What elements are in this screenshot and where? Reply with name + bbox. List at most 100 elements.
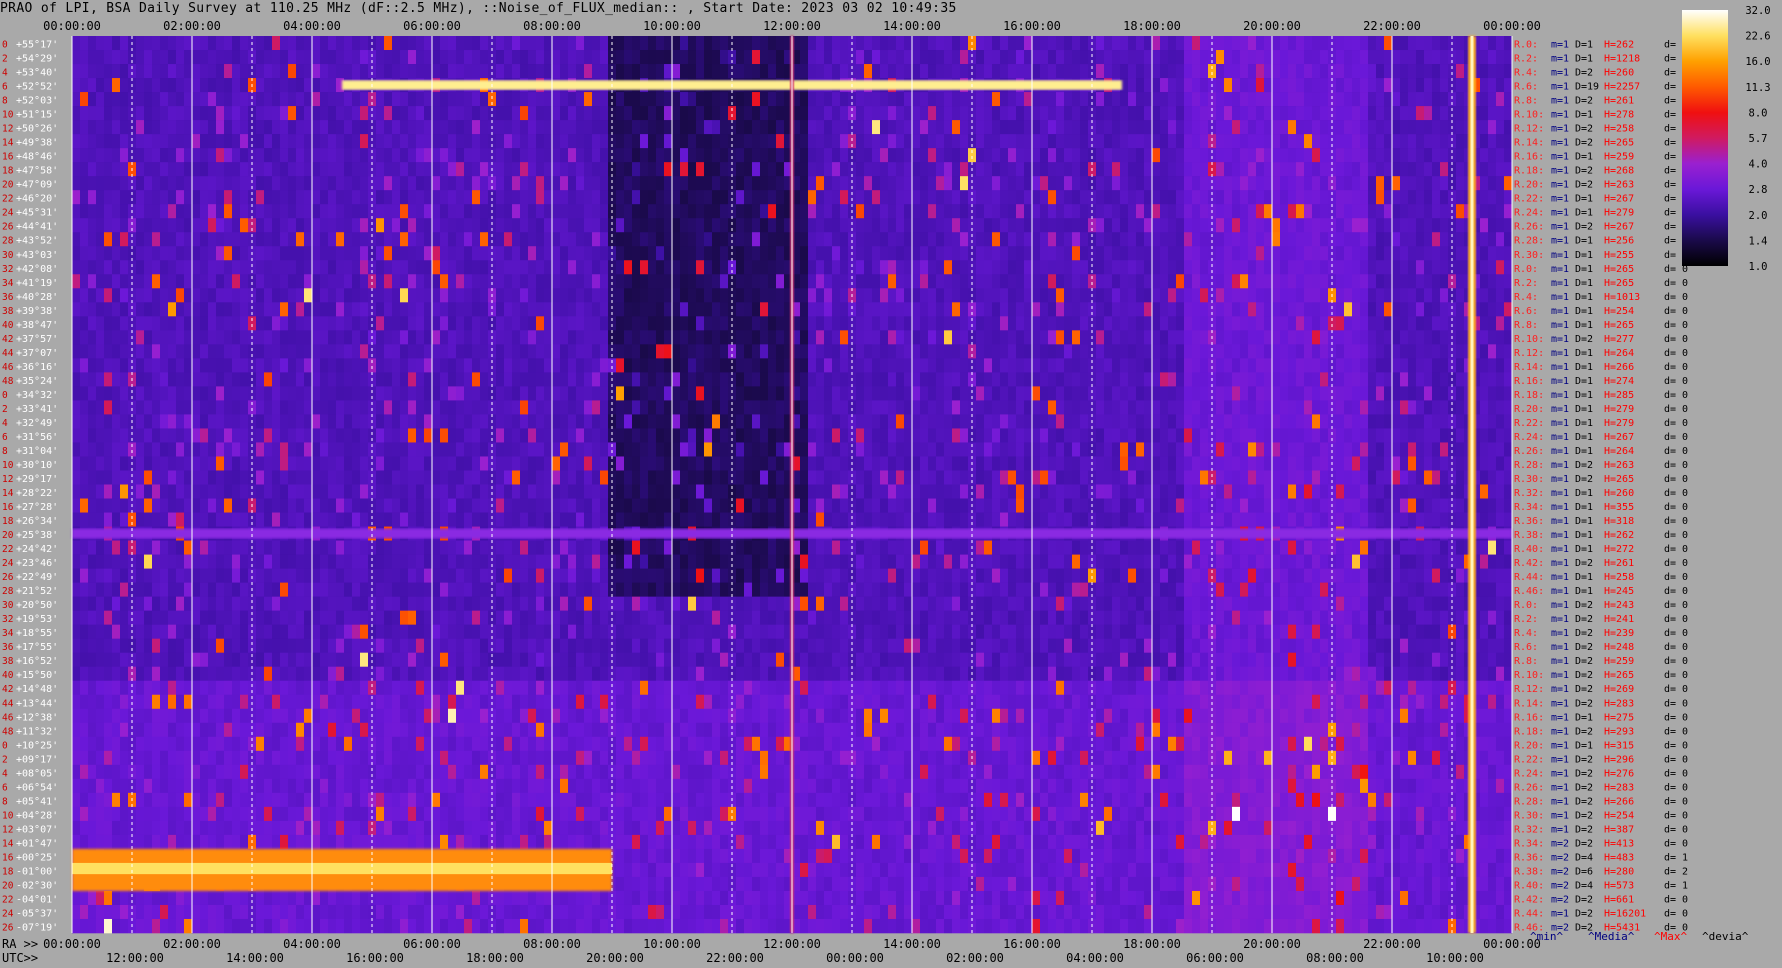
heatmap-cell	[856, 232, 864, 247]
heatmap-cell	[1072, 190, 1080, 205]
heatmap-cell	[1168, 386, 1176, 401]
heatmap-cell	[360, 176, 368, 191]
heatmap-cell	[880, 162, 888, 177]
heatmap-cell	[1296, 302, 1304, 317]
heatmap-cell	[528, 176, 536, 191]
heatmap-cell	[1504, 134, 1512, 149]
heatmap-cell	[888, 218, 896, 233]
heatmap-cell	[376, 106, 384, 121]
heatmap-cell	[552, 134, 560, 149]
heatmap-cell	[80, 106, 88, 121]
heatmap-cell	[1320, 78, 1328, 93]
heatmap-cell	[1304, 246, 1312, 261]
heatmap-cell	[1376, 302, 1384, 317]
heatmap-cell	[992, 358, 1000, 373]
heatmap-cell	[600, 106, 608, 121]
heatmap-cell	[664, 400, 672, 415]
heatmap-cell	[392, 232, 400, 247]
heatmap-cell	[72, 232, 80, 247]
heatmap-cell	[864, 344, 872, 359]
heatmap-cell	[624, 260, 632, 275]
heatmap-cell	[912, 120, 920, 135]
heatmap-cell	[448, 92, 456, 107]
heatmap-cell	[872, 316, 880, 331]
heatmap-cell	[1176, 330, 1184, 345]
heatmap-cell	[176, 372, 184, 387]
heatmap-cell	[1072, 120, 1080, 135]
heatmap-cell	[1256, 218, 1264, 233]
heatmap-cell	[456, 302, 464, 317]
heatmap-cell	[536, 134, 544, 149]
heatmap-cell	[1392, 288, 1400, 303]
heatmap-cell	[1360, 344, 1368, 359]
heatmap-cell	[1152, 302, 1160, 317]
heatmap-cell	[912, 386, 920, 401]
heatmap-cell	[720, 288, 728, 303]
heatmap-cell	[864, 302, 872, 317]
heatmap-cell	[872, 386, 880, 401]
heatmap-cell	[1384, 106, 1392, 121]
heatmap-cell	[1424, 50, 1432, 65]
heatmap-cell	[72, 134, 80, 149]
heatmap-cell	[800, 288, 808, 303]
heatmap-cell	[664, 260, 672, 275]
heatmap-cell	[1176, 50, 1184, 65]
heatmap-cell	[1216, 358, 1224, 373]
heatmap-cell	[1504, 148, 1512, 163]
heatmap-cell	[152, 302, 160, 317]
heatmap-cell	[496, 288, 504, 303]
heatmap-cell	[944, 344, 952, 359]
heatmap-cell	[360, 260, 368, 275]
heatmap-cell	[1504, 36, 1512, 51]
heatmap-cell	[1128, 190, 1136, 205]
heatmap-cell	[1496, 106, 1504, 121]
heatmap-cell	[344, 302, 352, 317]
heatmap-cell	[816, 218, 824, 233]
heatmap-cell	[1488, 358, 1496, 373]
heatmap-cell	[832, 274, 840, 289]
heatmap-cell	[1376, 218, 1384, 233]
heatmap-cell	[1136, 176, 1144, 191]
heatmap-cell	[880, 64, 888, 79]
heatmap-cell	[1232, 120, 1240, 135]
heatmap-cell	[744, 330, 752, 345]
heatmap-cell	[896, 176, 904, 191]
heatmap-cell	[1128, 78, 1136, 93]
heatmap-cell	[88, 260, 96, 275]
heatmap-cell	[1344, 92, 1352, 107]
heatmap-cell	[496, 274, 504, 289]
heatmap-cell	[328, 358, 336, 373]
heatmap-cell	[624, 302, 632, 317]
heatmap-cell	[1264, 260, 1272, 275]
heatmap-cell	[1144, 372, 1152, 387]
heatmap-cell	[1016, 120, 1024, 135]
heatmap-cell	[352, 302, 360, 317]
heatmap-cell	[1272, 316, 1280, 331]
heatmap-cell	[1432, 134, 1440, 149]
heatmap-cell	[1240, 260, 1248, 275]
heatmap-cell	[864, 358, 872, 373]
heatmap-cell	[1304, 316, 1312, 331]
heatmap-cell	[312, 358, 320, 373]
heatmap-cell	[688, 120, 696, 135]
heatmap-cell	[264, 162, 272, 177]
heatmap-cell	[1056, 204, 1064, 219]
heatmap-cell	[744, 162, 752, 177]
heatmap-cell	[472, 372, 480, 387]
heatmap-cell	[952, 302, 960, 317]
heatmap-cell	[800, 50, 808, 65]
heatmap-cell	[400, 162, 408, 177]
heatmap-cell	[280, 176, 288, 191]
heatmap-cell	[1216, 218, 1224, 233]
heatmap-cell	[1176, 162, 1184, 177]
heatmap-cell	[712, 274, 720, 289]
heatmap-cell	[1216, 92, 1224, 107]
heatmap-cell	[856, 190, 864, 205]
heatmap-cell	[840, 246, 848, 261]
heatmap-cell	[512, 246, 520, 261]
heatmap-cell	[1120, 120, 1128, 135]
heatmap-cell	[144, 64, 152, 79]
heatmap-cell	[1416, 36, 1424, 51]
heatmap-cell	[376, 92, 384, 107]
heatmap-cell	[928, 260, 936, 275]
